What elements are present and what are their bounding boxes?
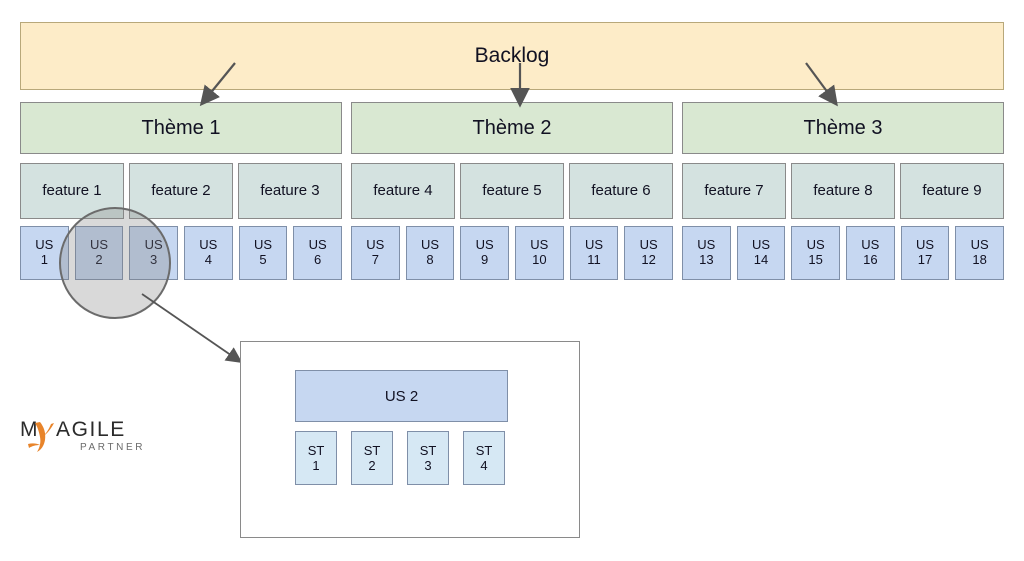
user-story-box-5: US 5 [238,226,288,280]
magnifier-lens-icon [59,207,171,319]
task-number: 2 [368,458,376,473]
task-number: 3 [424,458,432,473]
feature-box-3: feature 3 [238,163,342,219]
user-story-prefix: US [308,237,327,253]
user-story-box-12: US 12 [624,226,673,280]
feature-box-5: feature 5 [460,163,564,219]
user-story-number: 6 [314,252,322,267]
theme-box-1: Thème 1 [20,102,342,154]
user-story-box-15: US 15 [791,226,840,280]
theme-box-3: Thème 3 [682,102,1004,154]
user-story-prefix: US [697,237,716,253]
user-story-box-17: US 17 [900,226,950,280]
user-story-prefix: US [806,237,825,253]
detail-task-box-2: ST 2 [351,431,393,485]
user-story-box-11: US 11 [569,226,619,280]
user-story-number: 15 [808,252,823,267]
user-story-prefix: US [861,237,880,253]
user-story-number: 10 [532,252,547,267]
detail-task-box-3: ST 3 [407,431,449,485]
user-story-prefix: US [530,237,549,253]
detail-task-box-1: ST 1 [295,431,337,485]
detail-task-box-4: ST 4 [463,431,505,485]
user-story-box-13: US 13 [682,226,731,280]
logo-mark-icon: M AGILE PARTNER [20,418,145,453]
user-story-box-18: US 18 [955,226,1004,280]
detail-panel: US 2 ST 1 ST 2 ST 3 ST 4 [240,341,580,538]
brand-logo: M AGILE PARTNER [18,414,158,460]
user-story-number: 8 [426,252,434,267]
user-story-box-7: US 7 [351,226,400,280]
user-story-prefix: US [199,237,218,253]
user-story-number: 13 [699,252,714,267]
svg-text:AGILE: AGILE [56,418,126,441]
task-number: 1 [312,458,320,473]
feature-box-7: feature 7 [682,163,786,219]
svg-text:PARTNER: PARTNER [80,442,145,453]
task-number: 4 [480,458,488,473]
user-story-box-4: US 4 [184,226,233,280]
detail-user-story-box: US 2 [295,370,508,422]
task-prefix: ST [307,443,325,458]
feature-box-9: feature 9 [900,163,1004,219]
feature-box-4: feature 4 [351,163,455,219]
user-story-number: 14 [753,252,769,267]
user-story-prefix: US [639,237,658,253]
diagram-canvas: Backlog Thème 1 Thème 2 Thème 3 feature … [0,0,1024,561]
svg-text:M: M [20,418,39,441]
user-story-prefix: US [253,237,273,253]
user-story-prefix: US [584,237,604,253]
user-story-prefix: US [970,237,989,253]
feature-box-8: feature 8 [791,163,895,219]
user-story-number: 16 [863,252,878,267]
user-story-prefix: US [475,237,494,253]
user-story-prefix: US [915,237,935,253]
user-story-number: 7 [371,252,379,267]
user-story-number: 12 [641,252,656,267]
user-story-box-14: US 14 [736,226,786,280]
feature-box-2: feature 2 [129,163,233,219]
feature-box-6: feature 6 [569,163,673,219]
user-story-box-10: US 10 [515,226,564,280]
user-story-box-9: US 9 [460,226,509,280]
user-story-box-6: US 6 [293,226,342,280]
user-story-prefix: US [366,237,385,253]
user-story-number: 18 [972,252,987,267]
user-story-box-16: US 16 [846,226,895,280]
task-prefix: ST [363,443,381,458]
user-story-number: 9 [481,252,489,267]
task-prefix: ST [419,443,437,458]
user-story-box-8: US 8 [405,226,455,280]
arrow-magnifier-to-detail [141,293,243,364]
user-story-prefix: US [751,237,771,253]
backlog-box: Backlog [20,22,1004,90]
user-story-number: 5 [259,252,267,267]
user-story-prefix: US [420,237,440,253]
theme-box-2: Thème 2 [351,102,673,154]
user-story-number: 17 [917,252,933,267]
user-story-number: 4 [204,252,212,267]
user-story-prefix: US [35,237,54,253]
user-story-number: 1 [40,252,48,267]
task-prefix: ST [475,443,493,458]
user-story-number: 11 [587,252,601,267]
